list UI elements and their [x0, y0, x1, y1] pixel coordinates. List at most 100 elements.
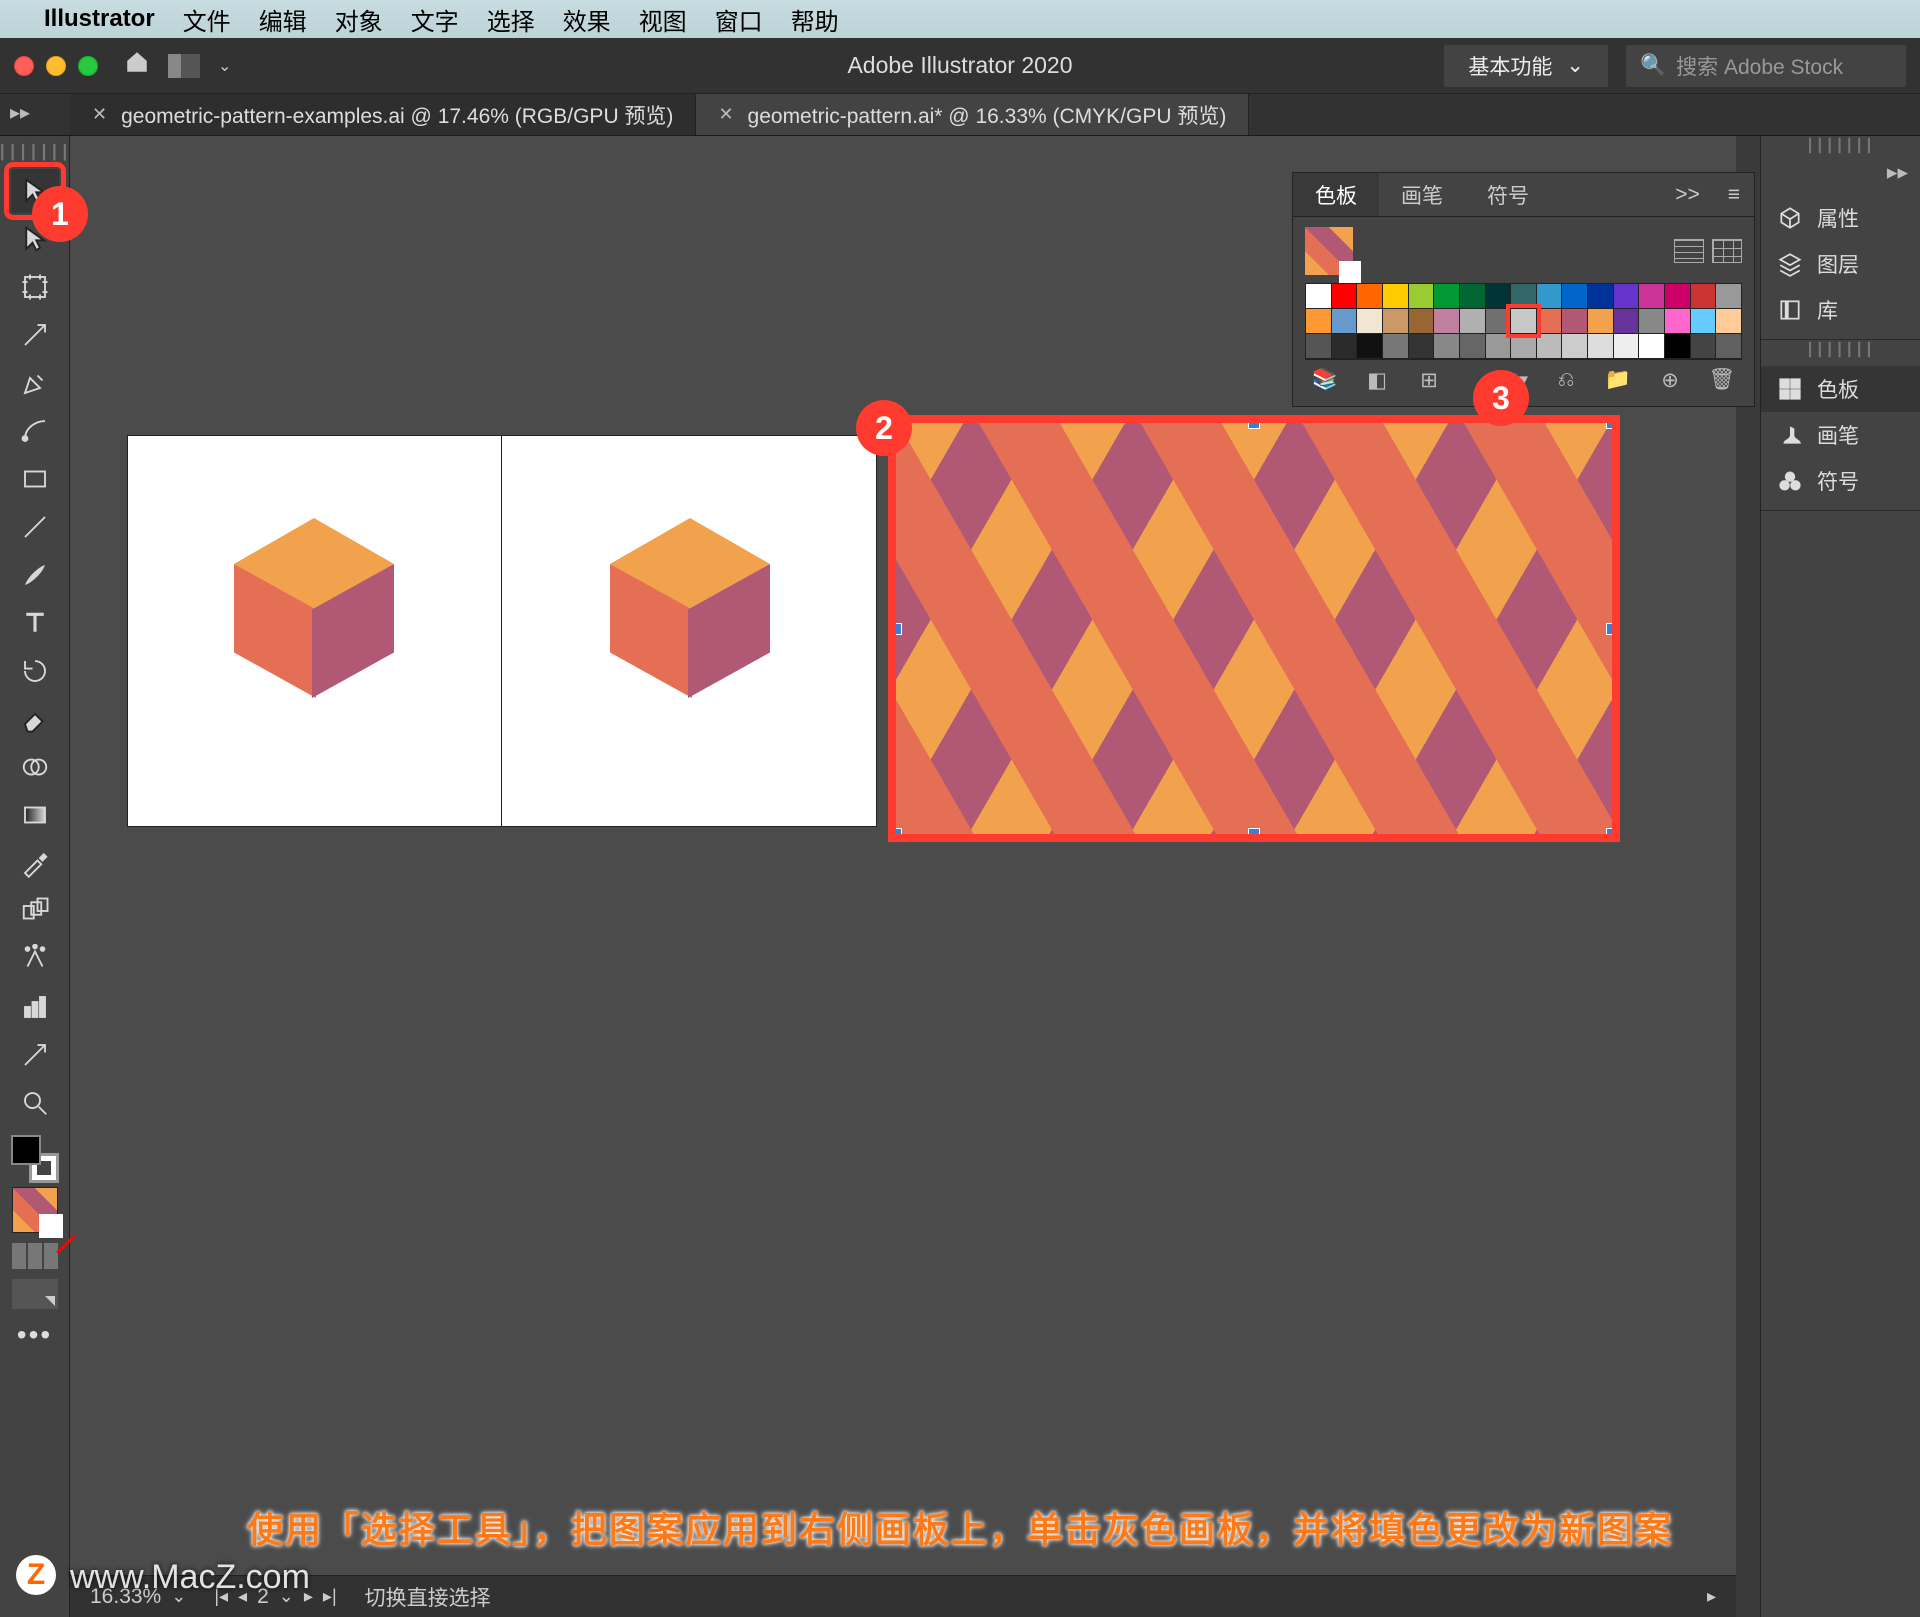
minimize-window[interactable] [46, 56, 66, 76]
swatch[interactable] [1409, 284, 1434, 308]
brushes-tab[interactable]: 画笔 [1379, 173, 1465, 216]
swatch[interactable] [1306, 334, 1331, 358]
swatch[interactable] [1537, 309, 1562, 333]
menu-type[interactable]: 文字 [411, 2, 459, 37]
line-tool[interactable] [11, 505, 59, 549]
zoom-tool[interactable] [11, 1081, 59, 1125]
swatch[interactable] [1537, 334, 1562, 358]
brushes-panel-tab[interactable]: 画笔 [1761, 412, 1920, 458]
new-swatch-icon[interactable]: ⊕ [1656, 368, 1684, 392]
swatch[interactable] [1306, 309, 1331, 333]
swatch[interactable] [1665, 309, 1690, 333]
blend-tool[interactable] [11, 889, 59, 933]
document-tab[interactable]: ✕ geometric-pattern.ai* @ 16.33% (CMYK/G… [696, 94, 1249, 135]
menu-window[interactable]: 窗口 [715, 2, 763, 37]
curvature-tool[interactable] [11, 409, 59, 453]
workspace-switcher[interactable]: 基本功能 ⌄ [1444, 45, 1608, 87]
menu-view[interactable]: 视图 [639, 2, 687, 37]
swatch[interactable] [1665, 284, 1690, 308]
cube-artwork[interactable] [234, 518, 394, 698]
type-tool[interactable] [11, 601, 59, 645]
anchor-point-tool[interactable] [11, 313, 59, 357]
panel-gripper-icon[interactable]: ┃┃┃┃┃┃┃ [1761, 340, 1920, 360]
show-swatch-kinds-icon[interactable]: ◧ [1363, 368, 1391, 392]
list-view-icon[interactable] [1674, 239, 1704, 263]
swatch[interactable] [1460, 284, 1485, 308]
swatch[interactable] [1486, 284, 1511, 308]
swatch[interactable] [1639, 284, 1664, 308]
swatch[interactable] [1537, 284, 1562, 308]
swatch-libraries-icon[interactable]: 📚 [1311, 368, 1339, 392]
swatch[interactable] [1716, 334, 1741, 358]
swatch[interactable] [1691, 284, 1716, 308]
rotate-tool[interactable] [11, 649, 59, 693]
layers-panel-tab[interactable]: 图层 [1761, 241, 1920, 287]
swatch[interactable] [1665, 334, 1690, 358]
swatch[interactable] [1332, 309, 1357, 333]
panel-menu-icon[interactable]: ≡ [1714, 183, 1754, 207]
menu-effect[interactable]: 效果 [563, 2, 611, 37]
column-graph-tool[interactable] [11, 985, 59, 1029]
app-menu[interactable]: Illustrator [44, 5, 155, 33]
thumbnail-view-icon[interactable] [1712, 239, 1742, 263]
new-folder-icon[interactable]: 📁 [1604, 368, 1632, 392]
menu-select[interactable]: 选择 [487, 2, 535, 37]
swatch[interactable] [1383, 284, 1408, 308]
status-menu-icon[interactable]: ▸ [1707, 1586, 1716, 1607]
close-tab-icon[interactable]: ✕ [718, 104, 733, 125]
break-link-icon[interactable]: ⎌ [1552, 368, 1580, 392]
pen-tool[interactable] [11, 361, 59, 405]
slice-tool[interactable] [11, 1033, 59, 1077]
paintbrush-tool[interactable] [11, 553, 59, 597]
home-icon[interactable] [124, 49, 150, 82]
menu-edit[interactable]: 编辑 [259, 2, 307, 37]
fill-pattern-swatch[interactable] [12, 1187, 58, 1233]
edit-toolbar-icon[interactable]: ••• [17, 1319, 52, 1351]
arrange-dropdown-icon[interactable]: ⌄ [218, 56, 231, 76]
zoom-window[interactable] [78, 56, 98, 76]
swatch[interactable] [1460, 334, 1485, 358]
artboard-selected[interactable] [894, 421, 1614, 836]
eraser-tool[interactable] [11, 697, 59, 741]
eyedropper-tool[interactable] [11, 841, 59, 885]
swatch[interactable] [1691, 309, 1716, 333]
swatch[interactable] [1614, 309, 1639, 333]
menu-help[interactable]: 帮助 [791, 2, 839, 37]
swatch[interactable] [1588, 284, 1613, 308]
artboard-tool[interactable] [11, 265, 59, 309]
symbol-sprayer-tool[interactable] [11, 937, 59, 981]
swatch[interactable] [1383, 334, 1408, 358]
swatch[interactable] [1460, 309, 1485, 333]
shape-builder-tool[interactable] [11, 745, 59, 789]
swatch[interactable] [1332, 334, 1357, 358]
swatch[interactable] [1434, 309, 1459, 333]
current-fill-swatch[interactable] [1305, 227, 1353, 275]
swatch[interactable] [1434, 334, 1459, 358]
libraries-panel-tab[interactable]: 库 [1761, 287, 1920, 333]
swatch[interactable] [1306, 284, 1331, 308]
close-tab-icon[interactable]: ✕ [92, 104, 107, 125]
swatch[interactable] [1383, 309, 1408, 333]
drawing-modes[interactable] [12, 1243, 58, 1269]
cube-artwork[interactable] [610, 518, 770, 698]
swatch[interactable] [1562, 284, 1587, 308]
menu-file[interactable]: 文件 [183, 2, 231, 37]
swatch[interactable] [1486, 334, 1511, 358]
swatches-tab[interactable]: 色板 [1293, 173, 1379, 216]
swatch[interactable] [1691, 334, 1716, 358]
panel-gripper-icon[interactable]: ┃┃┃┃┃┃┃ [0, 144, 71, 161]
swatch[interactable] [1716, 284, 1741, 308]
swatch[interactable] [1639, 309, 1664, 333]
swatch[interactable] [1357, 334, 1382, 358]
rectangle-tool[interactable] [11, 457, 59, 501]
arrange-documents-icon[interactable] [168, 54, 200, 78]
gradient-tool[interactable] [11, 793, 59, 837]
panel-expand-icon[interactable]: >> [1661, 183, 1714, 207]
screen-mode-button[interactable] [12, 1279, 58, 1309]
swatch[interactable] [1409, 334, 1434, 358]
symbols-tab[interactable]: 符号 [1465, 173, 1551, 216]
search-stock-field[interactable]: 🔍 搜索 Adobe Stock [1626, 45, 1906, 87]
swatch[interactable] [1639, 334, 1664, 358]
menu-object[interactable]: 对象 [335, 2, 383, 37]
swatch[interactable] [1511, 284, 1536, 308]
